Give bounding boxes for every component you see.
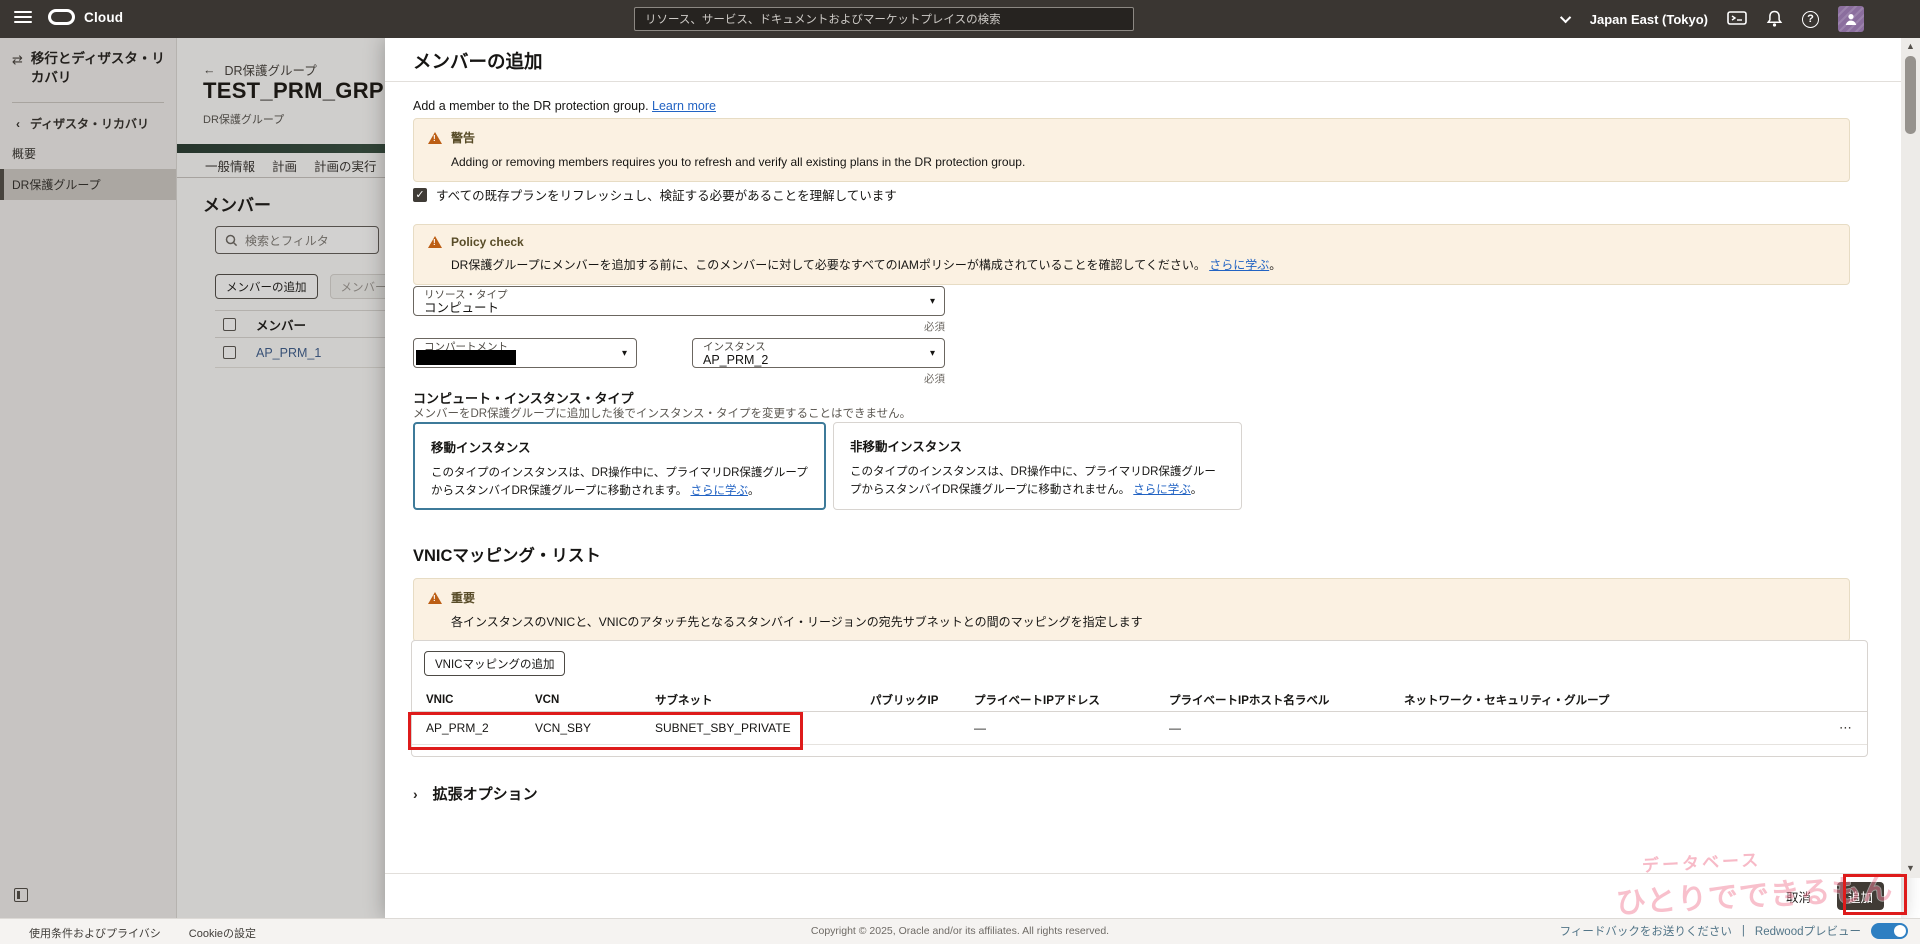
cloud-shell-icon[interactable] xyxy=(1727,11,1747,27)
policy-check-body: DR保護グループにメンバーを追加する前に、このメンバーに対して必要なすべてのIA… xyxy=(451,256,1835,274)
row-actions-icon[interactable]: ⋯ xyxy=(1813,720,1853,736)
important-title: 重要 xyxy=(451,589,475,606)
col-hostname-label: プライベートIPホスト名ラベル xyxy=(1169,692,1404,708)
hamburger-menu-icon[interactable] xyxy=(14,11,32,26)
card-moving-instance[interactable]: 移動インスタンス このタイプのインスタンスは、DR操作中に、プライマリDR保護グ… xyxy=(413,422,826,510)
col-nsg: ネットワーク・セキュリティ・グループ xyxy=(1404,692,1813,708)
required-hint: 必須 xyxy=(413,319,945,334)
warning-title: 警告 xyxy=(451,129,475,146)
page-scrollbar[interactable]: ▲ ▼ xyxy=(1901,38,1920,878)
ack-checkbox[interactable]: ✓ xyxy=(413,188,427,202)
drawer-title: メンバーの追加 xyxy=(413,48,543,74)
redwood-preview-toggle[interactable] xyxy=(1871,923,1908,939)
help-mark: ? xyxy=(1807,13,1814,25)
policy-suffix: 。 xyxy=(1269,258,1281,272)
warning-body: Adding or removing members requires you … xyxy=(451,153,1835,171)
card-body: このタイプのインスタンスは、DR操作中に、プライマリDR保護グループからスタンバ… xyxy=(431,464,808,501)
cell-vnic: AP_PRM_2 xyxy=(426,721,535,735)
policy-check-text: DR保護グループにメンバーを追加する前に、このメンバーに対して必要なすべてのIA… xyxy=(451,258,1206,272)
instance-type-note: メンバーをDR保護グループに追加した後でインスタンス・タイプを変更することはでき… xyxy=(413,405,911,421)
policy-check-banner: ! Policy check DR保護グループにメンバーを追加する前に、このメン… xyxy=(413,224,1850,285)
drawer-intro-text: Add a member to the DR protection group. xyxy=(413,99,649,113)
ack-checkbox-label: すべての既存プランをリフレッシュし、検証する必要があることを理解しています xyxy=(436,185,897,204)
col-private-ip: プライベートIPアドレス xyxy=(974,692,1169,708)
drawer-title-divider xyxy=(385,81,1901,82)
notifications-bell-icon[interactable] xyxy=(1766,10,1783,28)
brand-name: Cloud xyxy=(84,10,123,25)
col-vcn: VCN xyxy=(535,694,655,706)
important-banner: ! 重要 各インスタンスのVNICと、VNICのアタッチ先となるスタンバイ・リー… xyxy=(413,578,1850,642)
cancel-button[interactable]: 取消 xyxy=(1786,887,1811,906)
caret-down-icon: ▾ xyxy=(930,296,935,307)
col-subnet: サブネット xyxy=(655,692,870,708)
top-bar: Cloud リソース、サービス、ドキュメントおよびマーケットプレイスの検索 Ja… xyxy=(0,0,1920,38)
important-body: 各インスタンスのVNICと、VNICのアタッチ先となるスタンバイ・リージョンの宛… xyxy=(451,613,1835,631)
warning-triangle-icon: ! xyxy=(428,592,442,604)
resource-type-select[interactable]: リソース・タイプ コンピュート ▾ xyxy=(413,286,945,316)
advanced-options-label: 拡張オプション xyxy=(433,783,538,804)
cell-private-ip: — xyxy=(974,721,1169,735)
user-avatar[interactable] xyxy=(1838,6,1864,32)
card-title: 非移動インスタンス xyxy=(850,436,1225,455)
help-icon[interactable]: ? xyxy=(1802,11,1819,28)
global-search-placeholder: リソース、サービス、ドキュメントおよびマーケットプレイスの検索 xyxy=(645,11,1001,27)
add-vnic-mapping-button[interactable]: VNICマッピングの追加 xyxy=(424,651,565,676)
card-body: このタイプのインスタンスは、DR操作中に、プライマリDR保護グループからスタンバ… xyxy=(850,463,1225,500)
vnic-table-header: VNIC VCN サブネット パブリックIP プライベートIPアドレス プライベ… xyxy=(412,688,1867,712)
col-public-ip: パブリックIP xyxy=(870,692,974,708)
drawer-footer: 取消 追加 xyxy=(385,873,1901,918)
bottom-bar: 使用条件およびプライバシ Cookieの設定 Copyright © 2025,… xyxy=(0,918,1920,944)
add-button[interactable]: 追加 xyxy=(1837,882,1884,910)
caret-down-icon: ▾ xyxy=(930,348,935,359)
add-member-drawer: メンバーの追加 Add a member to the DR protectio… xyxy=(385,38,1901,918)
vnic-table-row: AP_PRM_2 VCN_SBY SUBNET_SBY_PRIVATE — — … xyxy=(412,712,1867,745)
oracle-cloud-logo: Cloud xyxy=(48,9,123,25)
advanced-options-toggle[interactable]: › 拡張オプション xyxy=(413,783,538,804)
redacted-compartment-value xyxy=(416,350,516,365)
feedback-link[interactable]: フィードバックをお送りください xyxy=(1560,923,1732,939)
cell-vcn: VCN_SBY xyxy=(535,721,655,735)
scroll-down-icon[interactable]: ▼ xyxy=(1901,863,1920,873)
card-learn-more-link[interactable]: さらに学ぶ xyxy=(690,485,748,497)
warning-triangle-icon: ! xyxy=(428,236,442,248)
card-learn-more-link[interactable]: さらに学ぶ xyxy=(1133,484,1191,496)
drawer-intro: Add a member to the DR protection group.… xyxy=(413,99,716,113)
caret-down-icon: ▾ xyxy=(622,348,627,359)
required-hint: 必須 xyxy=(692,371,945,386)
oracle-o-icon xyxy=(48,9,75,25)
scrollbar-thumb[interactable] xyxy=(1905,56,1916,134)
card-suffix: 。 xyxy=(1191,484,1203,496)
resource-type-value: コンピュート xyxy=(424,301,918,315)
vnic-mapping-table: VNICマッピングの追加 VNIC VCN サブネット パブリックIP プライベ… xyxy=(411,640,1868,757)
warning-banner: ! 警告 Adding or removing members requires… xyxy=(413,118,1850,182)
redwood-preview-link[interactable]: Redwoodプレビュー xyxy=(1755,923,1861,939)
policy-check-title: Policy check xyxy=(451,235,524,249)
card-non-moving-instance[interactable]: 非移動インスタンス このタイプのインスタンスは、DR操作中に、プライマリDR保護… xyxy=(833,422,1242,510)
cell-hostname-label: — xyxy=(1169,721,1404,735)
instance-label: インスタンス xyxy=(703,342,918,353)
resource-type-label: リソース・タイプ xyxy=(424,290,918,301)
global-search-input[interactable]: リソース、サービス、ドキュメントおよびマーケットプレイスの検索 xyxy=(634,7,1134,31)
warning-triangle-icon: ! xyxy=(428,132,442,144)
scroll-up-icon[interactable]: ▲ xyxy=(1901,41,1920,51)
instance-select[interactable]: インスタンス AP_PRM_2 ▾ xyxy=(692,338,945,368)
card-suffix: 。 xyxy=(748,485,760,497)
col-vnic: VNIC xyxy=(426,694,535,706)
card-title: 移動インスタンス xyxy=(431,437,808,456)
learn-more-link[interactable]: Learn more xyxy=(652,99,716,113)
chevron-right-icon: › xyxy=(413,786,418,802)
region-chevron-down-icon[interactable] xyxy=(1560,12,1571,23)
vnic-mapping-title: VNICマッピング・リスト xyxy=(413,542,601,566)
footer-separator: | xyxy=(1742,925,1745,937)
cell-subnet: SUBNET_SBY_PRIVATE xyxy=(655,721,870,735)
instance-value: AP_PRM_2 xyxy=(703,353,918,367)
policy-learn-more-link[interactable]: さらに学ぶ xyxy=(1209,258,1269,272)
region-selector[interactable]: Japan East (Tokyo) xyxy=(1590,12,1708,27)
